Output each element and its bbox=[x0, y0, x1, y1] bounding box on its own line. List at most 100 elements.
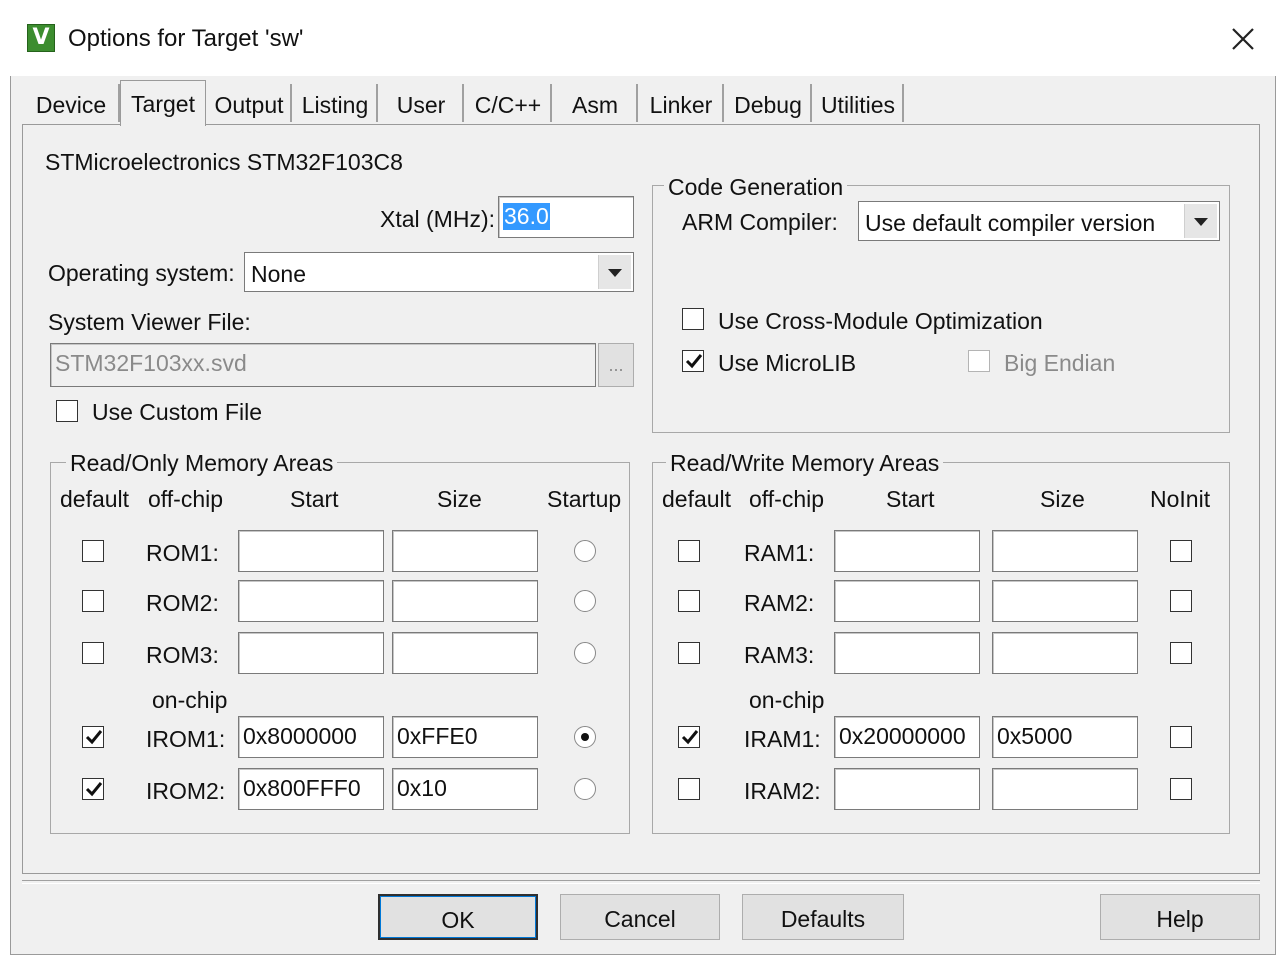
ro-row-name: ROM3: bbox=[146, 642, 219, 668]
ro-startup-radio[interactable] bbox=[574, 726, 596, 748]
rw-default-checkbox[interactable] bbox=[678, 540, 700, 562]
rw-default-checkbox[interactable] bbox=[678, 642, 700, 664]
ro-startup-radio[interactable] bbox=[574, 540, 596, 562]
rw-noinit-checkbox[interactable] bbox=[1170, 726, 1192, 748]
chevron-down-icon bbox=[598, 255, 631, 289]
radio-dot bbox=[581, 733, 589, 741]
tab-label: Target bbox=[131, 91, 195, 117]
rw-row-name: RAM3: bbox=[744, 642, 815, 668]
browse-label: ... bbox=[608, 355, 624, 375]
big-endian-checkbox[interactable] bbox=[968, 350, 990, 372]
microlib-label: Use MicroLIB bbox=[718, 350, 857, 376]
rw-start-input[interactable] bbox=[834, 768, 980, 810]
rw-default-checkbox[interactable] bbox=[678, 778, 700, 800]
rw-noinit-checkbox[interactable] bbox=[1170, 540, 1192, 562]
rw-onchip-label: on-chip bbox=[749, 687, 825, 713]
xtal-value: 36.0 bbox=[503, 203, 550, 230]
defaults-button[interactable]: Defaults bbox=[742, 894, 904, 940]
rw-start-input[interactable] bbox=[834, 530, 980, 572]
arm-compiler-select[interactable]: Use default compiler version bbox=[858, 201, 1220, 241]
ro-header-start: Start bbox=[290, 486, 339, 512]
tab-label: Output bbox=[214, 92, 284, 118]
rw-size-input[interactable] bbox=[992, 530, 1138, 572]
check-icon bbox=[681, 730, 699, 745]
ro-default-checkbox[interactable] bbox=[82, 540, 104, 562]
tab-utilities[interactable]: Utilities bbox=[814, 84, 904, 122]
ro-size-input[interactable] bbox=[392, 530, 538, 572]
ro-size-input[interactable]: 0x10 bbox=[392, 768, 538, 810]
tab-target[interactable]: Target bbox=[120, 80, 206, 126]
ro-size-input[interactable] bbox=[392, 580, 538, 622]
rw-noinit-checkbox[interactable] bbox=[1170, 778, 1192, 800]
os-select[interactable]: None bbox=[244, 252, 634, 292]
check-icon bbox=[685, 354, 703, 369]
ro-startup-radio[interactable] bbox=[574, 778, 596, 800]
microlib-checkbox[interactable] bbox=[682, 350, 704, 372]
ro-header-size: Size bbox=[437, 486, 482, 512]
rw-size-input[interactable] bbox=[992, 580, 1138, 622]
arm-compiler-value: Use default compiler version bbox=[865, 210, 1156, 236]
tab-device[interactable]: Device bbox=[24, 84, 120, 122]
cancel-label: Cancel bbox=[604, 906, 676, 932]
ro-start-input[interactable] bbox=[238, 530, 384, 572]
use-custom-file-checkbox[interactable] bbox=[56, 400, 78, 422]
xtal-input[interactable]: 36.0 bbox=[498, 196, 634, 238]
xtal-label: Xtal (MHz): bbox=[380, 206, 495, 232]
ro-start-value: 0x8000000 bbox=[243, 723, 357, 749]
ro-start-input[interactable] bbox=[238, 580, 384, 622]
keil-app-icon: V bbox=[27, 24, 55, 52]
os-label: Operating system: bbox=[48, 260, 235, 286]
ro-header-offchip: off-chip bbox=[148, 486, 224, 512]
defaults-label: Defaults bbox=[780, 906, 866, 932]
ro-default-checkbox[interactable] bbox=[82, 778, 104, 800]
help-button[interactable]: Help bbox=[1100, 894, 1260, 940]
rw-start-value: 0x20000000 bbox=[839, 723, 966, 749]
rw-size-input[interactable] bbox=[992, 632, 1138, 674]
rw-row-name: RAM2: bbox=[744, 590, 815, 616]
cross-module-checkbox[interactable] bbox=[682, 308, 704, 330]
ro-startup-radio[interactable] bbox=[574, 642, 596, 664]
rw-start-input[interactable] bbox=[834, 580, 980, 622]
rw-size-input[interactable] bbox=[992, 768, 1138, 810]
rw-start-input[interactable] bbox=[834, 632, 980, 674]
svf-label: System Viewer File: bbox=[48, 309, 251, 335]
tab-label: Utilities bbox=[820, 92, 896, 118]
rw-header-start: Start bbox=[886, 486, 935, 512]
ro-default-checkbox[interactable] bbox=[82, 642, 104, 664]
ro-start-input[interactable]: 0x8000000 bbox=[238, 716, 384, 758]
cancel-button[interactable]: Cancel bbox=[560, 894, 720, 940]
tab-debug[interactable]: Debug bbox=[726, 84, 812, 122]
rw-default-checkbox[interactable] bbox=[678, 726, 700, 748]
rw-noinit-checkbox[interactable] bbox=[1170, 642, 1192, 664]
ro-size-input[interactable] bbox=[392, 632, 538, 674]
tab-cc[interactable]: C/C++ bbox=[466, 84, 552, 122]
check-icon bbox=[85, 730, 103, 745]
rw-default-checkbox[interactable] bbox=[678, 590, 700, 612]
ro-default-checkbox[interactable] bbox=[82, 590, 104, 612]
tab-asm[interactable]: Asm bbox=[554, 84, 638, 122]
ro-size-input[interactable]: 0xFFE0 bbox=[392, 716, 538, 758]
svf-browse-button[interactable]: ... bbox=[598, 343, 634, 387]
ro-start-input[interactable]: 0x800FFF0 bbox=[238, 768, 384, 810]
rw-noinit-checkbox[interactable] bbox=[1170, 590, 1192, 612]
ro-startup-radio[interactable] bbox=[574, 590, 596, 612]
tab-label: Listing bbox=[301, 92, 369, 118]
ro-start-input[interactable] bbox=[238, 632, 384, 674]
tab-listing[interactable]: Listing bbox=[294, 84, 378, 122]
rw-row-name: IRAM1: bbox=[744, 726, 821, 752]
close-icon[interactable] bbox=[1226, 22, 1260, 56]
ro-row-name: ROM1: bbox=[146, 540, 219, 566]
footer-separator bbox=[22, 880, 1260, 884]
rw-size-input[interactable]: 0x5000 bbox=[992, 716, 1138, 758]
ro-start-value: 0x800FFF0 bbox=[243, 775, 361, 801]
rw-start-input[interactable]: 0x20000000 bbox=[834, 716, 980, 758]
tab-label: C/C++ bbox=[474, 92, 542, 118]
code-generation-legend: Code Generation bbox=[664, 176, 848, 199]
rw-row-name: IRAM2: bbox=[744, 778, 821, 804]
tab-label: Debug bbox=[734, 92, 802, 118]
tab-linker[interactable]: Linker bbox=[640, 84, 724, 122]
tab-output[interactable]: Output bbox=[208, 84, 292, 122]
ro-default-checkbox[interactable] bbox=[82, 726, 104, 748]
tab-user[interactable]: User bbox=[380, 84, 464, 122]
ok-button[interactable]: OK bbox=[378, 894, 538, 940]
